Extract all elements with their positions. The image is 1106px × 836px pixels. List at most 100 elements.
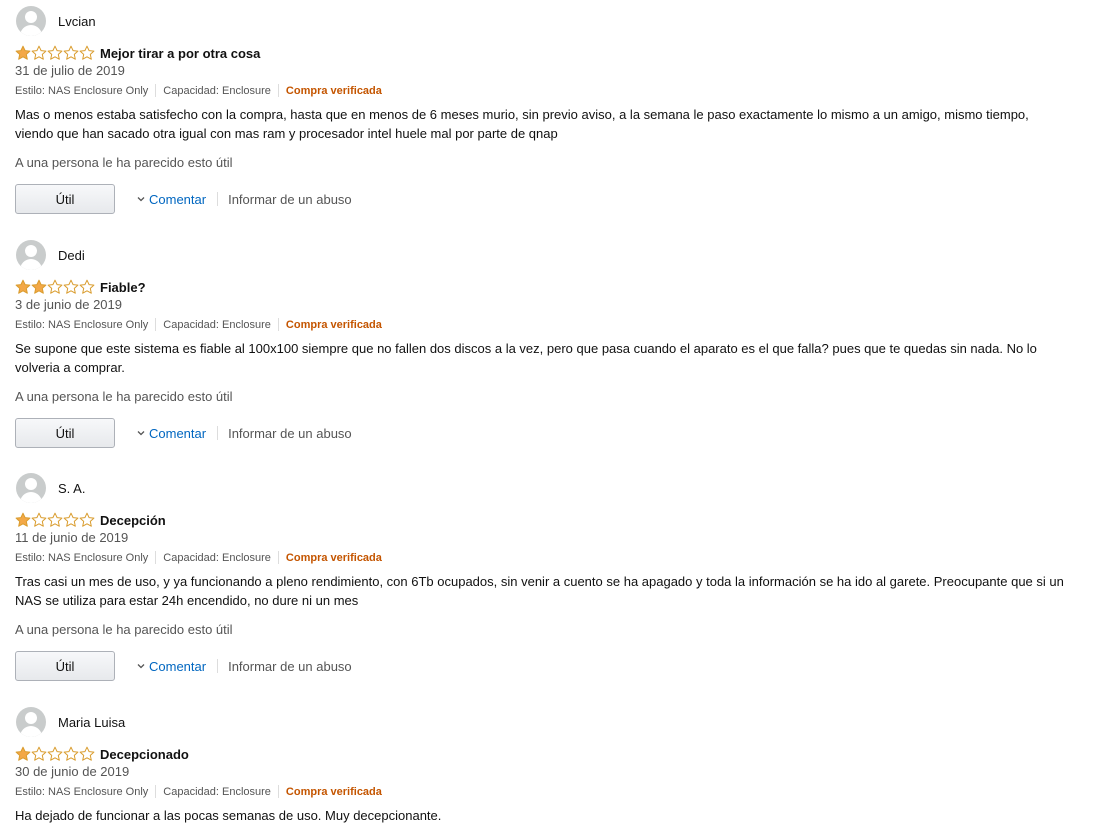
- reviewer-profile[interactable]: Lvcian: [16, 6, 96, 36]
- rating-row: Decepción: [15, 511, 166, 529]
- capacity-label: Capacidad: Enclosure: [163, 84, 271, 97]
- default-avatar-icon: [16, 6, 46, 36]
- capacity-label: Capacidad: Enclosure: [163, 551, 271, 564]
- review-title[interactable]: Fiable?: [100, 280, 146, 295]
- review-body: Tras casi un mes de uso, y ya funcionand…: [15, 574, 1064, 608]
- rating-row: Mejor tirar a por otra cosa: [15, 44, 260, 62]
- star-empty-icon: [47, 746, 63, 761]
- divider: [155, 84, 157, 97]
- divider: [155, 551, 157, 564]
- divider: [217, 426, 219, 440]
- star-rating[interactable]: [15, 512, 95, 528]
- review-date: 30 de junio de 2019: [15, 764, 130, 779]
- comment-label[interactable]: Comentar: [149, 192, 206, 207]
- rating-row: Decepcionado: [15, 745, 189, 763]
- default-avatar-icon: [16, 240, 46, 270]
- report-abuse-link[interactable]: Informar de un abuso: [228, 426, 352, 441]
- comment-label[interactable]: Comentar: [149, 659, 206, 674]
- rating-row: Fiable?: [15, 278, 146, 296]
- chevron-down-icon: [137, 664, 145, 669]
- reviewer-name[interactable]: Lvcian: [58, 14, 96, 29]
- review-date: 31 de julio de 2019: [15, 63, 125, 78]
- divider: [155, 785, 157, 798]
- reviewer-name[interactable]: S. A.: [58, 481, 85, 496]
- comment-link[interactable]: Comentar: [137, 659, 206, 674]
- star-rating[interactable]: [15, 279, 95, 295]
- helpful-button[interactable]: Útil: [15, 184, 115, 214]
- star-empty-icon: [79, 512, 95, 527]
- review-meta: Estilo: NAS Enclosure Only Capacidad: En…: [15, 785, 382, 798]
- style-label[interactable]: Estilo: NAS Enclosure Only: [15, 85, 148, 97]
- capacity-label: Capacidad: Enclosure: [163, 785, 271, 798]
- reviewer-profile[interactable]: S. A.: [16, 473, 85, 503]
- review-body: Mas o menos estaba satisfecho con la com…: [15, 107, 1029, 141]
- default-avatar-icon: [16, 473, 46, 503]
- star-filled-icon: [15, 279, 31, 294]
- chevron-down-icon: [137, 197, 145, 202]
- reviewer-name[interactable]: Maria Luisa: [58, 715, 125, 730]
- star-empty-icon: [31, 45, 47, 60]
- helpful-button[interactable]: Útil: [15, 651, 115, 681]
- divider: [277, 551, 279, 564]
- divider: [277, 785, 279, 798]
- review-date: 11 de junio de 2019: [15, 530, 129, 545]
- divider: [277, 84, 279, 97]
- reviewer-profile[interactable]: Dedi: [16, 240, 85, 270]
- comment-label[interactable]: Comentar: [149, 426, 206, 441]
- helpful-button[interactable]: Útil: [15, 418, 115, 448]
- comment-link[interactable]: Comentar: [137, 192, 206, 207]
- helpful-count: A una persona le ha parecido esto útil: [15, 155, 233, 170]
- star-filled-icon: [15, 746, 31, 761]
- verified-purchase-badge: Compra verificada: [285, 785, 382, 798]
- review-date: 3 de junio de 2019: [15, 297, 122, 312]
- review-title[interactable]: Mejor tirar a por otra cosa: [100, 46, 260, 61]
- star-filled-icon: [15, 45, 31, 60]
- star-rating[interactable]: [15, 45, 95, 61]
- review-actions: Útil Comentar Informar de un abuso: [15, 418, 352, 448]
- reviewer-name[interactable]: Dedi: [58, 248, 85, 263]
- report-abuse-link[interactable]: Informar de un abuso: [228, 659, 352, 674]
- verified-purchase-badge: Compra verificada: [285, 551, 382, 564]
- capacity-label: Capacidad: Enclosure: [163, 318, 271, 331]
- review-meta: Estilo: NAS Enclosure Only Capacidad: En…: [15, 551, 382, 564]
- star-filled-icon: [31, 279, 47, 294]
- star-empty-icon: [63, 45, 79, 60]
- divider: [277, 318, 279, 331]
- comment-link[interactable]: Comentar: [137, 426, 206, 441]
- chevron-down-icon: [137, 431, 145, 436]
- helpful-count: A una persona le ha parecido esto útil: [15, 622, 233, 637]
- style-label[interactable]: Estilo: NAS Enclosure Only: [15, 319, 148, 331]
- style-label[interactable]: Estilo: NAS Enclosure Only: [15, 552, 148, 564]
- star-rating[interactable]: [15, 746, 95, 762]
- star-empty-icon: [31, 746, 47, 761]
- helpful-count: A una persona le ha parecido esto útil: [15, 389, 233, 404]
- star-empty-icon: [63, 279, 79, 294]
- star-empty-icon: [79, 279, 95, 294]
- style-label[interactable]: Estilo: NAS Enclosure Only: [15, 786, 148, 798]
- verified-purchase-badge: Compra verificada: [285, 318, 382, 331]
- star-empty-icon: [47, 512, 63, 527]
- star-filled-icon: [15, 512, 31, 527]
- report-abuse-link[interactable]: Informar de un abuso: [228, 192, 352, 207]
- review-meta: Estilo: NAS Enclosure Only Capacidad: En…: [15, 318, 382, 331]
- star-empty-icon: [31, 512, 47, 527]
- star-empty-icon: [63, 512, 79, 527]
- divider: [217, 659, 219, 673]
- star-empty-icon: [47, 45, 63, 60]
- review-body: Se supone que este sistema es fiable al …: [15, 341, 1037, 375]
- default-avatar-icon: [16, 707, 46, 737]
- reviewer-profile[interactable]: Maria Luisa: [16, 707, 125, 737]
- review-body: Ha dejado de funcionar a las pocas seman…: [15, 808, 442, 823]
- review-actions: Útil Comentar Informar de un abuso: [15, 651, 352, 681]
- star-empty-icon: [79, 45, 95, 60]
- star-empty-icon: [47, 279, 63, 294]
- star-empty-icon: [63, 746, 79, 761]
- star-empty-icon: [79, 746, 95, 761]
- review-title[interactable]: Decepcionado: [100, 747, 189, 762]
- review-title[interactable]: Decepción: [100, 513, 166, 528]
- review-meta: Estilo: NAS Enclosure Only Capacidad: En…: [15, 84, 382, 97]
- review-actions: Útil Comentar Informar de un abuso: [15, 184, 352, 214]
- divider: [217, 192, 219, 206]
- divider: [155, 318, 157, 331]
- verified-purchase-badge: Compra verificada: [285, 84, 382, 97]
